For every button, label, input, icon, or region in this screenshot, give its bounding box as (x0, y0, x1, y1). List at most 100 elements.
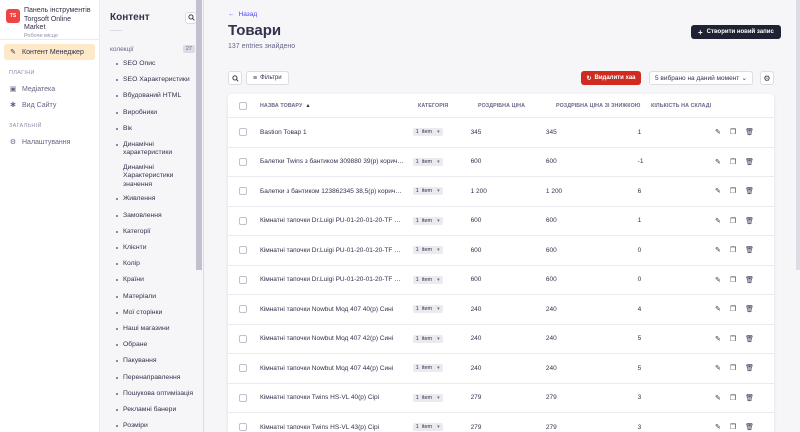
edit-icon[interactable]: ✎ (715, 335, 721, 343)
duplicate-icon[interactable]: ❐ (730, 246, 736, 254)
table-row[interactable]: Кімнатні тапочки Nowbut Мод 407 42(р) Си… (228, 325, 774, 354)
table-row[interactable]: Bastion Товар 1 1 item ▾ 345 345 1 ✎ ❐ 🗑 (228, 118, 774, 148)
trash-icon[interactable]: 🗑 (745, 187, 754, 195)
duplicate-icon[interactable]: ❐ (730, 158, 736, 166)
collection-item[interactable]: Мої сторінки (100, 306, 203, 322)
nav-media-library[interactable]: ▣ Медіатека (4, 81, 95, 97)
category-relation-button[interactable]: 1 item ▾ (412, 275, 443, 284)
duplicate-icon[interactable]: ❐ (730, 187, 736, 195)
collection-item[interactable]: Клієнти (100, 241, 203, 257)
collection-item[interactable]: SEO Опис (100, 57, 203, 73)
table-settings-button[interactable]: ⚙ (760, 71, 774, 85)
row-checkbox[interactable] (239, 128, 247, 137)
collection-item[interactable]: Пакування (100, 354, 203, 370)
collection-item[interactable]: Рекламні банери (100, 403, 203, 419)
table-row[interactable]: Кімнатні тапочки Dr.Luigi PU-01-20-01-20… (228, 207, 774, 236)
nav-settings[interactable]: ⚙ Налаштування (4, 134, 95, 150)
table-row[interactable]: Кімнатні тапочки Nowbut Мод 407 40(р) Си… (228, 295, 774, 325)
collection-item[interactable]: Замовлення (100, 209, 203, 225)
trash-icon[interactable]: 🗑 (745, 128, 754, 136)
row-checkbox[interactable] (239, 216, 247, 225)
collection-item[interactable]: Пошукова оптимізація (100, 387, 203, 403)
col-quantity-header[interactable]: КІЛЬКІСТЬ НА СКЛАДІ (651, 103, 731, 109)
col-price-header[interactable]: РОЗДРІБНА ЦІНА (478, 103, 556, 109)
row-checkbox[interactable] (239, 187, 247, 196)
edit-icon[interactable]: ✎ (715, 187, 721, 195)
trash-icon[interactable]: 🗑 (745, 335, 754, 343)
edit-icon[interactable]: ✎ (715, 128, 721, 136)
duplicate-icon[interactable]: ❐ (730, 276, 736, 284)
row-checkbox[interactable] (239, 423, 247, 432)
category-relation-button[interactable]: 1 item ▾ (412, 393, 443, 402)
collection-item[interactable]: Перенаправлення (100, 371, 203, 387)
table-row[interactable]: Кімнатні тапочки Twins HS-VL 43(р) Сірі 1… (228, 413, 774, 432)
collection-item[interactable]: Динамічні характеристики (100, 138, 203, 161)
back-link[interactable]: ← Назад (228, 11, 257, 18)
collection-item[interactable]: Розміри (100, 419, 203, 432)
category-relation-button[interactable]: 1 item ▾ (412, 216, 443, 225)
row-checkbox[interactable] (239, 246, 247, 255)
collection-item[interactable]: Вбудований HTML (100, 89, 203, 105)
trash-icon[interactable]: 🗑 (745, 394, 754, 402)
create-entry-button[interactable]: + Створити новий запис (691, 25, 781, 39)
row-checkbox[interactable] (239, 275, 247, 284)
edit-icon[interactable]: ✎ (715, 305, 721, 313)
trash-icon[interactable]: 🗑 (745, 423, 754, 431)
collection-item[interactable]: Колір (100, 257, 203, 273)
collection-item[interactable]: Наші магазини (100, 322, 203, 338)
category-relation-button[interactable]: 1 item ▾ (412, 334, 443, 343)
collection-item[interactable]: Вік (100, 122, 203, 138)
nav-content-manager[interactable]: ✎ Контент Менеджер (4, 44, 95, 60)
row-checkbox[interactable] (239, 334, 247, 343)
row-checkbox[interactable] (239, 305, 247, 314)
collection-item[interactable]: Матеріали (100, 290, 203, 306)
table-row[interactable]: Балетки Twins з бантиком 309880 39(р) ко… (228, 148, 774, 177)
filters-button[interactable]: ≡ Фільтри (246, 71, 289, 85)
collection-item[interactable]: Обране (100, 338, 203, 354)
duplicate-icon[interactable]: ❐ (730, 423, 736, 431)
duplicate-icon[interactable]: ❐ (730, 128, 736, 136)
table-search-button[interactable] (228, 71, 242, 85)
trash-icon[interactable]: 🗑 (745, 217, 754, 225)
table-row[interactable]: Кімнатні тапочки Dr.Luigi PU-01-20-01-20… (228, 266, 774, 295)
col-category-header[interactable]: КАТЕГОРІЯ (418, 103, 478, 109)
col-name-header[interactable]: НАЗВА ТОВАРУ ▲ (258, 103, 418, 109)
category-relation-button[interactable]: 1 item ▾ (412, 128, 443, 137)
duplicate-icon[interactable]: ❐ (730, 394, 736, 402)
edit-icon[interactable]: ✎ (715, 276, 721, 284)
edit-icon[interactable]: ✎ (715, 394, 721, 402)
collection-item[interactable]: Динамічні Характеристики значення (100, 161, 203, 193)
row-checkbox[interactable] (239, 393, 247, 402)
trash-icon[interactable]: 🗑 (745, 364, 754, 372)
collection-item[interactable]: SEO Характеристики (100, 73, 203, 89)
category-relation-button[interactable]: 1 item ▾ (412, 423, 443, 432)
trash-icon[interactable]: 🗑 (745, 246, 754, 254)
table-row[interactable]: Кімнатні тапочки Dr.Luigi PU-01-20-01-20… (228, 236, 774, 266)
subnav-scrollbar[interactable] (196, 0, 202, 270)
selection-select[interactable]: 5 вибрано на даний момент ⌄ (649, 71, 753, 85)
collection-item[interactable]: Виробники (100, 106, 203, 122)
nav-site-view[interactable]: ✱ Вид Сайту (4, 97, 95, 113)
delete-all-button[interactable]: ↻ Видалити хаа (581, 71, 641, 85)
collection-item[interactable]: Живлення (100, 192, 203, 208)
category-relation-button[interactable]: 1 item ▾ (412, 246, 443, 255)
trash-icon[interactable]: 🗑 (745, 276, 754, 284)
row-checkbox[interactable] (239, 364, 247, 373)
row-checkbox[interactable] (239, 157, 247, 166)
trash-icon[interactable]: 🗑 (745, 158, 754, 166)
collection-item[interactable]: Країни (100, 273, 203, 289)
table-row[interactable]: Кімнатні тапочки Nowbut Мод 407 44(р) Си… (228, 354, 774, 384)
trash-icon[interactable]: 🗑 (745, 305, 754, 313)
duplicate-icon[interactable]: ❐ (730, 364, 736, 372)
category-relation-button[interactable]: 1 item ▾ (412, 364, 443, 373)
edit-icon[interactable]: ✎ (715, 423, 721, 431)
select-all-checkbox[interactable] (239, 101, 247, 110)
edit-icon[interactable]: ✎ (715, 246, 721, 254)
table-row[interactable]: Кімнатні тапочки Twins HS-VL 40(р) Сірі 1… (228, 384, 774, 413)
table-row[interactable]: Балетки з бантиком 123862345 38,5(р) кор… (228, 177, 774, 207)
edit-icon[interactable]: ✎ (715, 217, 721, 225)
col-discount-price-header[interactable]: РОЗДРІБНА ЦІНА ЗІ ЗНИЖКОЮ (556, 103, 651, 109)
edit-icon[interactable]: ✎ (715, 364, 721, 372)
edit-icon[interactable]: ✎ (715, 158, 721, 166)
duplicate-icon[interactable]: ❐ (730, 305, 736, 313)
